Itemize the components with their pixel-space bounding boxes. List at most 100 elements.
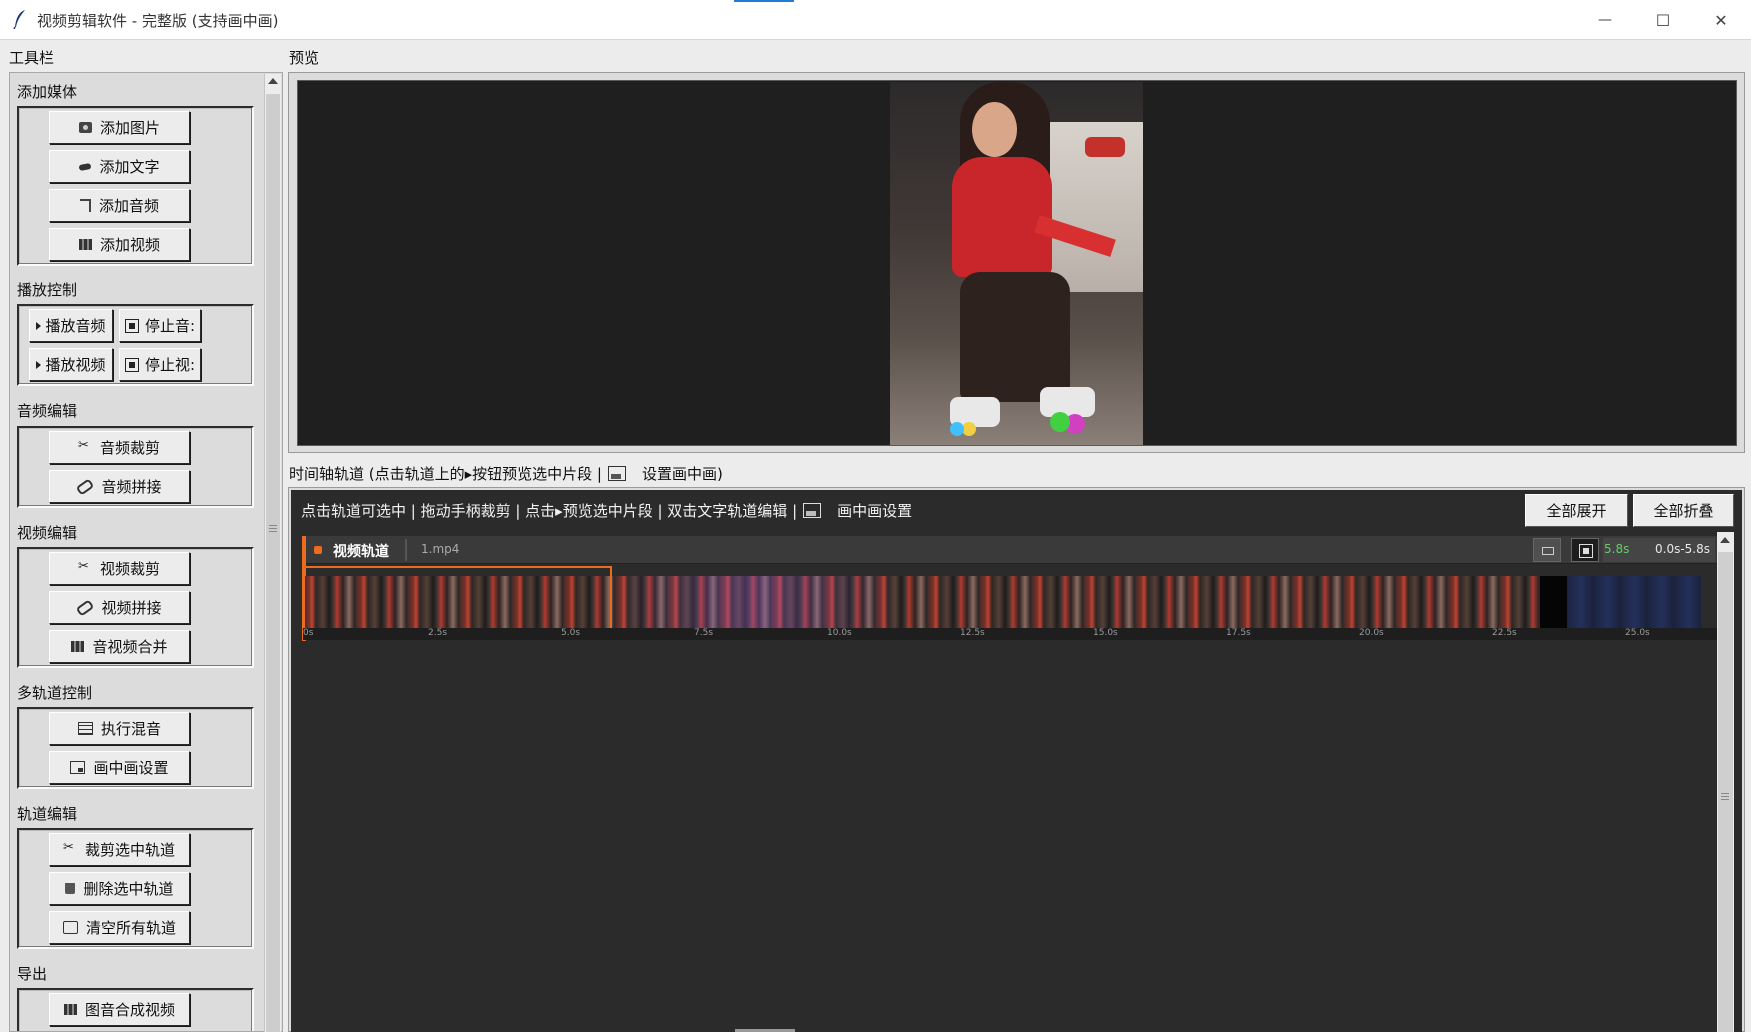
play-audio-label: 播放音频 — [45, 317, 106, 335]
film-icon — [63, 1004, 77, 1015]
skate-lights — [1050, 412, 1070, 432]
add-video-label: 添加视频 — [99, 236, 160, 254]
trim-selected-track-button[interactable]: 裁剪选中轨道 — [49, 833, 190, 866]
delete-selected-label: 删除选中轨道 — [83, 880, 174, 898]
mix-button[interactable]: 执行混音 — [49, 712, 190, 745]
ruler-tick-label: 5.0s — [561, 628, 581, 638]
background-red-sign — [1085, 137, 1125, 157]
image-audio-video-label: 图音合成视频 — [84, 1001, 175, 1019]
section-label-audio-edit: 音频编辑 — [17, 402, 78, 420]
video-track-header[interactable] — [302, 536, 1719, 564]
add-audio-button[interactable]: 添加音频 — [49, 189, 190, 222]
collapse-all-button[interactable]: 全部折叠 — [1633, 494, 1734, 527]
av-merge-button[interactable]: 音视频合并 — [49, 630, 190, 663]
dark-trousers — [960, 272, 1070, 402]
video-concat-button[interactable]: 视频拼接 — [49, 591, 190, 624]
clear-all-tracks-button[interactable]: 清空所有轨道 — [49, 911, 190, 944]
link-icon — [76, 598, 95, 617]
group-export: 图音合成视频 — [17, 988, 254, 1031]
ruler-tick-label: 15.0s — [1093, 628, 1118, 638]
picture-in-picture-icon — [70, 761, 86, 774]
ruler-tick-label: 12.5s — [960, 628, 985, 638]
end-card-segment[interactable] — [1567, 576, 1701, 628]
grip-icon — [269, 524, 277, 532]
ruler-tick-label: 25.0s — [1625, 628, 1650, 638]
mix-label: 执行混音 — [100, 720, 161, 738]
track-range: 0.0s-5.8s — [1655, 542, 1711, 556]
image-audio-video-button[interactable]: 图音合成视频 — [49, 993, 190, 1026]
toolbar-label: 工具栏 — [9, 49, 55, 67]
timeline-scrollbar[interactable] — [1717, 532, 1734, 1032]
clear-all-label: 清空所有轨道 — [85, 919, 176, 937]
window-title: 视频剪辑软件 - 完整版 (支持画中画) — [37, 12, 279, 30]
track-separator — [405, 539, 407, 561]
stop-audio-button[interactable]: 停止音: — [119, 309, 201, 342]
expand-all-button[interactable]: 全部展开 — [1525, 494, 1628, 527]
group-multitrack: 执行混音 画中画设置 — [17, 707, 254, 789]
add-image-button[interactable]: 添加图片 — [49, 111, 190, 144]
face — [972, 102, 1017, 157]
timeline-hint-text: 点击轨道可选中 | 拖动手柄裁剪 | 点击▸预览选中片段 | 双击文字轨道编辑 … — [301, 502, 798, 520]
play-audio-button[interactable]: 播放音频 — [29, 309, 113, 342]
play-video-button[interactable]: 播放视频 — [29, 348, 113, 381]
scissors-icon — [63, 840, 77, 855]
video-trim-button[interactable]: 视频裁剪 — [49, 552, 190, 585]
add-text-button[interactable]: 添加文字 — [49, 150, 190, 183]
minimize-button[interactable]: — — [1576, 0, 1634, 40]
track-stop-button[interactable] — [1571, 538, 1599, 562]
stop-video-label: 停止视: — [144, 356, 196, 374]
feather-icon — [13, 10, 25, 29]
timeline-hint-suffix: 画中画设置 — [837, 502, 913, 520]
track-pip-button[interactable] — [1533, 538, 1561, 562]
track-status-dot — [314, 546, 322, 554]
right-skate — [1040, 387, 1095, 417]
maximize-icon: ☐ — [1655, 10, 1671, 30]
picture-icon — [803, 503, 822, 518]
audio-concat-label: 音频拼接 — [101, 478, 162, 496]
video-preview-frame[interactable] — [890, 82, 1143, 445]
section-label-add-media: 添加媒体 — [17, 83, 78, 101]
stop-icon — [124, 357, 139, 372]
clear-icon — [62, 921, 78, 934]
mixer-icon — [77, 722, 93, 735]
toolbar-sidebar: 添加媒体 添加图片 添加文字 添加音频 添加视频 播放控制 播放音频 停止音: … — [9, 72, 283, 1032]
sidebar-scrollbar[interactable] — [264, 74, 281, 1032]
audio-concat-button[interactable]: 音频拼接 — [49, 470, 190, 503]
scissors-icon — [78, 438, 92, 453]
pip-settings-label: 画中画设置 — [93, 759, 169, 777]
video-trim-label: 视频裁剪 — [99, 560, 160, 578]
maximize-button[interactable]: ☐ — [1634, 0, 1692, 40]
timeline-label-suffix: 设置画中画) — [641, 465, 723, 483]
timeline-label-prefix: 时间轴轨道 (点击轨道上的▸按钮预览选中片段 | — [289, 465, 602, 483]
pencil-icon — [79, 162, 92, 171]
stop-icon — [124, 318, 139, 333]
timeline-label: 时间轴轨道 (点击轨道上的▸按钮预览选中片段 | 设置画中画) — [289, 463, 723, 484]
black-gap-segment — [1540, 576, 1567, 628]
pip-settings-button[interactable]: 画中画设置 — [49, 751, 190, 784]
add-video-button[interactable]: 添加视频 — [49, 228, 190, 261]
av-merge-label: 音视频合并 — [92, 638, 168, 656]
audio-trim-label: 音频裁剪 — [99, 439, 160, 457]
skate-lights — [950, 422, 964, 436]
film-icon — [78, 239, 92, 250]
ruler-tick-label: 22.5s — [1492, 628, 1517, 638]
section-label-track-edit: 轨道编辑 — [17, 805, 78, 823]
sidebar-scrollbar-thumb[interactable] — [266, 94, 280, 1032]
timeline-hint: 点击轨道可选中 | 拖动手柄裁剪 | 点击▸预览选中片段 | 双击文字轨道编辑 … — [301, 500, 912, 521]
ruler-tick-label: 10.0s — [827, 628, 852, 638]
close-button[interactable]: ✕ — [1692, 0, 1750, 40]
video-concat-label: 视频拼接 — [101, 599, 162, 617]
audio-trim-button[interactable]: 音频裁剪 — [49, 431, 190, 464]
stop-icon — [1579, 544, 1593, 558]
play-video-label: 播放视频 — [45, 356, 106, 374]
grip-icon — [1721, 792, 1729, 800]
scroll-up-icon[interactable] — [1720, 537, 1730, 543]
add-audio-label: 添加音频 — [98, 197, 159, 215]
group-video-edit: 视频裁剪 视频拼接 音视频合并 — [17, 547, 254, 668]
picture-icon — [1542, 547, 1554, 555]
scroll-up-icon[interactable] — [268, 78, 278, 84]
add-text-label: 添加文字 — [99, 158, 160, 176]
delete-selected-track-button[interactable]: 删除选中轨道 — [49, 872, 190, 905]
ruler-tick-label: 2.5s — [428, 628, 448, 638]
stop-video-button[interactable]: 停止视: — [119, 348, 201, 381]
